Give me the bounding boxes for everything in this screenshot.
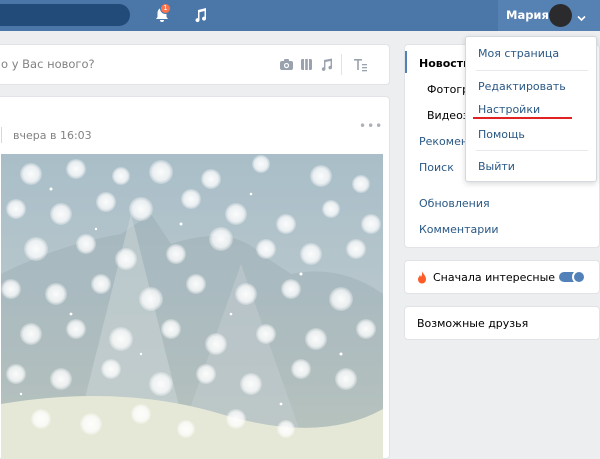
menu-item-recommendations[interactable]: Рекомен	[419, 135, 468, 148]
possible-friends-card[interactable]: Возможные друзья	[404, 306, 600, 340]
top-header: 1 Мария	[0, 0, 600, 31]
menu-item-search[interactable]: Поиск	[419, 161, 454, 174]
dropdown-item-settings[interactable]: Настройки	[478, 103, 540, 116]
user-menu-button[interactable]: Мария	[498, 0, 600, 31]
settings-highlight-underline	[473, 117, 572, 119]
menu-item-updates[interactable]: Обновления	[419, 197, 490, 210]
post-timestamp[interactable]: вчера в 16:03	[13, 129, 92, 142]
post-header-divider	[1, 127, 2, 143]
camera-icon[interactable]	[279, 57, 294, 72]
toggle-knob[interactable]	[572, 270, 586, 284]
menu-item-photos[interactable]: Фотогр	[427, 83, 469, 96]
music-note-icon[interactable]	[319, 57, 334, 72]
avatar	[549, 4, 572, 27]
dropdown-divider	[476, 70, 588, 71]
menu-item-videos[interactable]: Видеоз	[427, 109, 469, 122]
active-indicator	[405, 51, 407, 73]
dropdown-divider	[476, 150, 588, 151]
music-icon[interactable]	[192, 7, 208, 23]
composer-placeholder: о у Вас нового?	[1, 57, 95, 71]
possible-friends-label: Возможные друзья	[417, 317, 529, 330]
search-input[interactable]	[0, 4, 130, 26]
user-name: Мария	[506, 8, 549, 22]
menu-item-news[interactable]: Новости	[419, 57, 471, 70]
post-composer[interactable]: о у Вас нового?	[0, 44, 390, 85]
fire-icon	[417, 271, 427, 284]
dropdown-item-edit[interactable]: Редактировать	[478, 80, 566, 93]
feed-post: вчера в 16:03 •••	[0, 96, 390, 459]
interesting-first-label: Сначала интересные	[433, 271, 556, 284]
post-image[interactable]	[1, 154, 383, 459]
post-more-icon[interactable]: •••	[359, 119, 383, 133]
chevron-down-icon	[577, 12, 586, 22]
menu-item-comments[interactable]: Комментарии	[419, 223, 499, 236]
dropdown-item-my-page[interactable]: Моя страница	[478, 47, 559, 60]
dropdown-item-logout[interactable]: Выйти	[478, 160, 515, 173]
notification-badge: 1	[160, 3, 171, 14]
dropdown-item-help[interactable]: Помощь	[478, 128, 525, 141]
text-format-icon[interactable]	[353, 57, 368, 72]
composer-divider	[341, 54, 342, 75]
video-icon[interactable]	[299, 57, 314, 72]
interesting-first-card: Сначала интересные	[404, 260, 600, 294]
user-dropdown-menu: Моя страница Редактировать Настройки Пом…	[465, 36, 597, 182]
